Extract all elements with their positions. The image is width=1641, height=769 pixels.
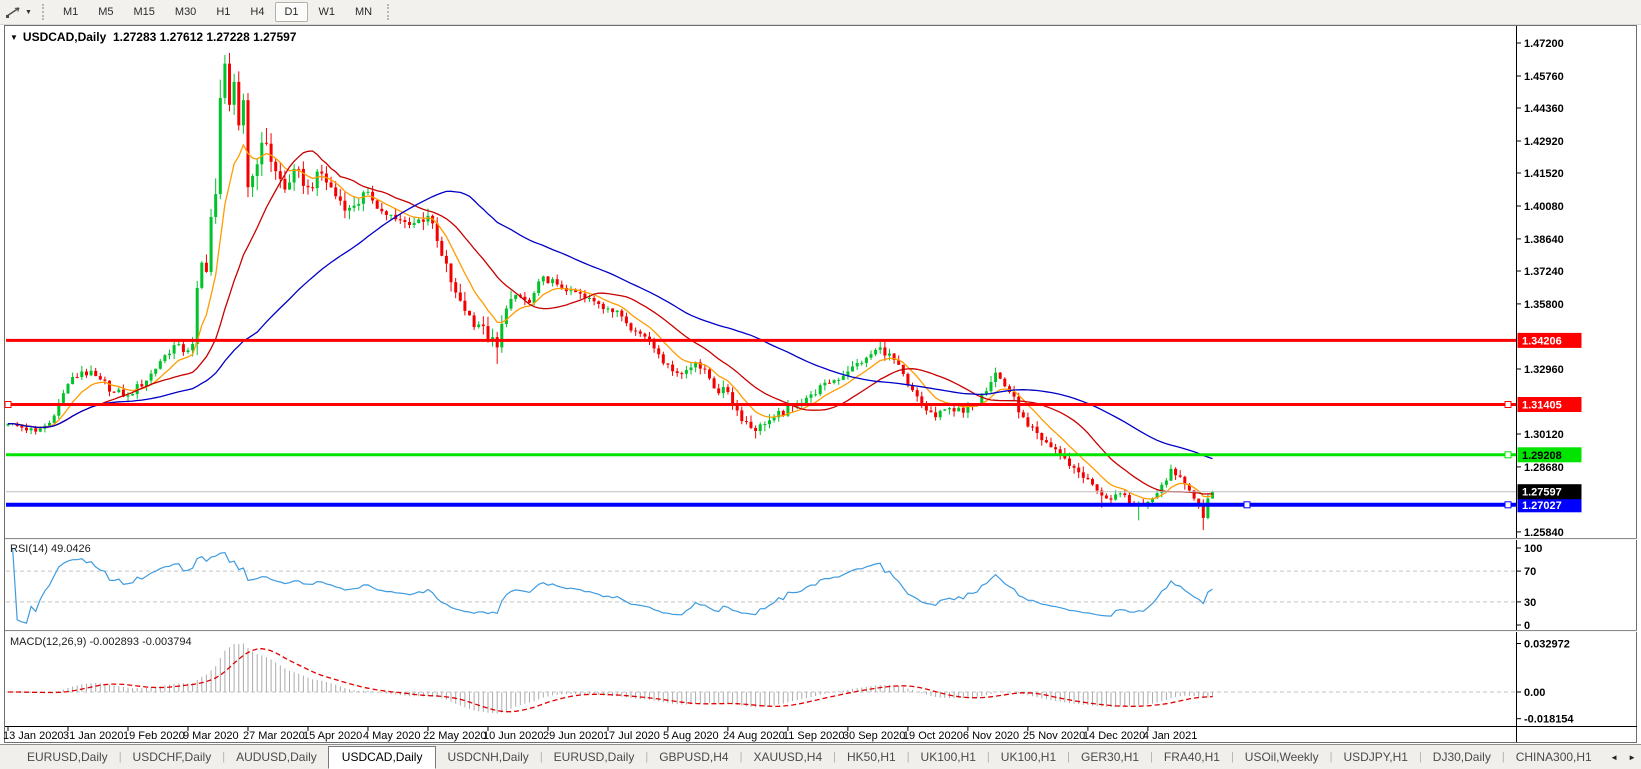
tab-scroll-left-button[interactable]: ◄ [1605, 750, 1623, 765]
chart-tab[interactable]: DJ30,Daily [1422, 747, 1502, 767]
chart-tab[interactable]: HK50,H1 [836, 747, 907, 767]
svg-text:1.47200: 1.47200 [1524, 38, 1564, 50]
svg-text:1.40080: 1.40080 [1524, 201, 1564, 213]
svg-text:19 Feb 2020: 19 Feb 2020 [123, 730, 185, 742]
chart-tab[interactable]: XAUUSD,H4 [742, 747, 833, 767]
svg-text:10 Jun 2020: 10 Jun 2020 [483, 730, 544, 742]
timeframe-button-m1[interactable]: M1 [54, 2, 87, 22]
timeframe-button-m5[interactable]: M5 [89, 2, 122, 22]
svg-text:70: 70 [1524, 566, 1536, 578]
svg-text:22 May 2020: 22 May 2020 [423, 730, 487, 742]
svg-text:1.45760: 1.45760 [1524, 71, 1564, 83]
svg-text:9 Mar 2020: 9 Mar 2020 [183, 730, 239, 742]
chart-tab[interactable]: USDCAD,Daily [327, 745, 437, 769]
chart-tab[interactable]: FRA40,H1 [1153, 747, 1231, 767]
chart-tab[interactable]: USDJPY,H1 [1332, 747, 1418, 767]
chart-tab[interactable]: GER30,H1 [1070, 747, 1150, 767]
svg-text:27 Mar 2020: 27 Mar 2020 [243, 730, 305, 742]
chart-title: ▼ USDCAD,Daily 1.27283 1.27612 1.27228 1.… [10, 30, 296, 44]
line-style-dropdown-icon[interactable]: ▼ [25, 9, 32, 16]
svg-text:1.27027: 1.27027 [1522, 500, 1562, 512]
chart-title-symbol: USDCAD,Daily [22, 30, 107, 44]
chart-tab[interactable]: UK100,H1 [990, 747, 1067, 767]
svg-text:30 Sep 2020: 30 Sep 2020 [843, 730, 905, 742]
chart-tab[interactable]: USOil,Weekly [1234, 747, 1330, 767]
price-line-label: 1.27027 [1517, 497, 1582, 513]
timeframe-button-h4[interactable]: H4 [241, 2, 273, 22]
hline-anchor-handle[interactable] [1504, 401, 1512, 408]
svg-text:1.25840: 1.25840 [1524, 527, 1564, 539]
price-line-label: 1.31405 [1517, 397, 1582, 412]
svg-text:25 Nov 2020: 25 Nov 2020 [1023, 730, 1085, 742]
chart-tab[interactable]: AUDUSD,Daily [225, 747, 328, 767]
tab-scroll-arrows: ◄ ► [1599, 744, 1641, 769]
svg-text:30: 30 [1524, 597, 1536, 609]
chart-tab[interactable]: CHINA300,H1 [1505, 747, 1603, 767]
window-menu-icon[interactable]: ▼ [10, 33, 18, 42]
svg-text:0.00: 0.00 [1524, 687, 1545, 699]
svg-text:1.37240: 1.37240 [1524, 266, 1564, 278]
timeframe-buttons: M1 M5 M15 M30 H1 H4 D1 W1 MN [53, 2, 382, 22]
svg-text:31 Jan 2020: 31 Jan 2020 [63, 730, 124, 742]
macd-indicator-label: MACD(12,26,9) -0.002893 -0.003794 [10, 636, 192, 648]
tab-scroll-right-button[interactable]: ► [1623, 750, 1641, 765]
timeframe-button-d1[interactable]: D1 [275, 2, 308, 22]
svg-text:15 Apr 2020: 15 Apr 2020 [303, 730, 362, 742]
top-toolbar: ▼ M1 M5 M15 M30 H1 H4 D1 W1 MN [0, 0, 1641, 25]
timeframe-button-m30[interactable]: M30 [166, 2, 205, 22]
chart-tab[interactable]: USDCNH,Daily [436, 747, 539, 767]
rsi-indicator-label: RSI(14) 49.0426 [10, 543, 91, 555]
svg-text:1.31405: 1.31405 [1522, 400, 1562, 412]
price-line-label: 1.29208 [1517, 447, 1582, 463]
chart-tab[interactable]: EURUSD,Daily [16, 747, 119, 767]
svg-text:11 Sep 2020: 11 Sep 2020 [783, 730, 845, 742]
svg-text:1.30120: 1.30120 [1524, 429, 1564, 441]
chart-title-ohlc: 1.27283 1.27612 1.27228 1.27597 [112, 30, 297, 44]
svg-text:17 Jul 2020: 17 Jul 2020 [603, 730, 660, 742]
current-price-label: 1.27597 [1517, 484, 1582, 500]
hline-anchor-handle[interactable] [4, 401, 12, 408]
svg-text:1.42920: 1.42920 [1524, 136, 1564, 148]
toolbar-grip-end [387, 4, 390, 20]
svg-text:1.38640: 1.38640 [1524, 234, 1564, 246]
svg-text:0: 0 [1524, 620, 1530, 632]
svg-text:19 Oct 2020: 19 Oct 2020 [903, 730, 963, 742]
hline-anchor-handle[interactable] [1504, 451, 1512, 459]
chart-tab[interactable]: UK100,H1 [910, 747, 987, 767]
svg-text:1.27597: 1.27597 [1522, 487, 1562, 499]
svg-text:6 Nov 2020: 6 Nov 2020 [963, 730, 1019, 742]
svg-text:4 Jan 2021: 4 Jan 2021 [1143, 730, 1197, 742]
chart-tab[interactable]: GBPUSD,H4 [648, 747, 739, 767]
svg-text:4 May 2020: 4 May 2020 [363, 730, 420, 742]
svg-text:1.29208: 1.29208 [1522, 450, 1562, 462]
toolbar-grip [41, 4, 44, 20]
svg-text:14 Dec 2020: 14 Dec 2020 [1083, 730, 1145, 742]
svg-text:5 Aug 2020: 5 Aug 2020 [663, 730, 719, 742]
svg-text:1.28680: 1.28680 [1524, 462, 1564, 474]
timeframe-button-h1[interactable]: H1 [207, 2, 239, 22]
timeframe-button-mn[interactable]: MN [346, 2, 381, 22]
svg-text:1.44360: 1.44360 [1524, 103, 1564, 115]
svg-text:13 Jan 2020: 13 Jan 2020 [3, 730, 64, 742]
line-style-icon[interactable] [3, 3, 25, 21]
svg-text:-0.018154: -0.018154 [1524, 714, 1574, 726]
price-line-label: 1.34206 [1517, 332, 1582, 348]
timeframe-button-m15[interactable]: M15 [125, 2, 164, 22]
hline-anchor-handle[interactable] [1504, 501, 1512, 509]
svg-text:0.032972: 0.032972 [1524, 639, 1570, 651]
hline-anchor-handle[interactable] [1243, 501, 1251, 509]
svg-text:1.34206: 1.34206 [1522, 335, 1562, 347]
svg-text:100: 100 [1524, 543, 1542, 555]
svg-text:24 Aug 2020: 24 Aug 2020 [723, 730, 785, 742]
svg-text:1.41520: 1.41520 [1524, 168, 1564, 180]
svg-text:1.35800: 1.35800 [1524, 299, 1564, 311]
chart-canvas[interactable]: 1.47200 1.45760 1.44360 1.42920 1.41520 1.400… [0, 0, 1641, 768]
chart-tab-bar: EURUSD,Daily | USDCHF,Daily | AUDUSD,Daily US… [0, 744, 1616, 769]
chart-tab[interactable]: EURUSD,Daily [543, 747, 646, 767]
timeframe-button-w1[interactable]: W1 [310, 2, 345, 22]
chart-tab[interactable]: USDCHF,Daily [122, 747, 223, 767]
svg-text:1.32960: 1.32960 [1524, 364, 1564, 376]
svg-text:29 Jun 2020: 29 Jun 2020 [543, 730, 604, 742]
